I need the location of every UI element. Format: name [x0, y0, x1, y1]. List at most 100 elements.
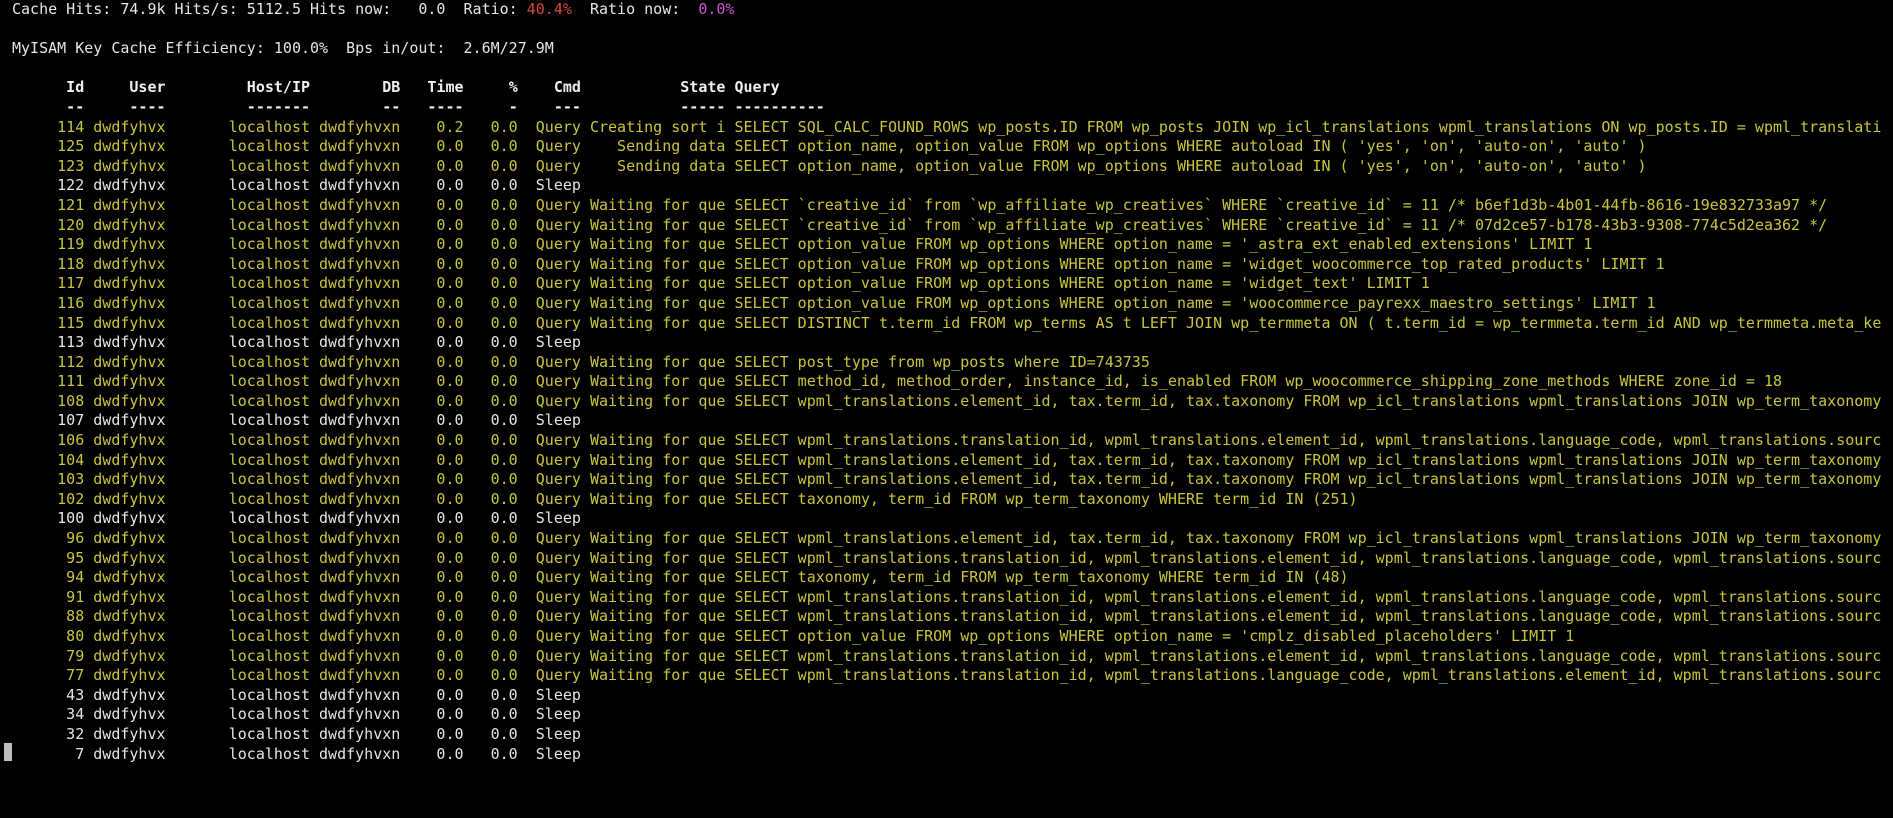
process-pct: 0.0 [490, 254, 518, 273]
process-state: Waiting for que [589, 470, 726, 489]
process-id: 91 [66, 587, 85, 606]
process-time: 0.0 [436, 568, 464, 587]
process-row: 120 dwdfyhvx localhost dwdfyhvxn 0.0 0.0 Query… [12, 216, 1893, 236]
process-host: localhost [228, 489, 311, 508]
process-row: 122 dwdfyhvx localhost dwdfyhvxn 0.0 0.0 Sleep [12, 176, 1893, 196]
process-query: SELECT SQL_CALC_FOUND_ROWS wp_posts.ID F… [734, 117, 1882, 136]
process-db: dwdfyhvxn [319, 117, 401, 136]
process-host: localhost [228, 333, 311, 352]
process-host: localhost [228, 274, 311, 293]
process-state: Waiting for que [589, 568, 726, 587]
process-time: 0.0 [436, 235, 464, 254]
process-time: 0.0 [436, 587, 464, 606]
process-db: dwdfyhvxn [319, 333, 401, 352]
process-cmd: Query [535, 470, 581, 489]
rule-pct: - [508, 97, 518, 116]
process-db: dwdfyhvxn [319, 489, 401, 508]
process-id: 103 [57, 470, 85, 489]
cache-stats-line: Cache Hits: 74.9k Hits/s: 5112.5 Hits no… [12, 0, 1893, 20]
process-id: 115 [57, 313, 85, 332]
process-row: 118 dwdfyhvx localhost dwdfyhvxn 0.0 0.0 Query… [12, 255, 1893, 275]
process-time: 0.0 [436, 313, 464, 332]
process-pct: 0.0 [490, 685, 518, 704]
process-time: 0.0 [436, 450, 464, 469]
ratio-label: Ratio: [463, 0, 518, 18]
process-list: 114 dwdfyhvx localhost dwdfyhvxn 0.2 0.0 Query… [12, 118, 1893, 765]
process-id: 96 [66, 529, 85, 548]
process-query: SELECT `creative_id` from `wp_affiliate_… [734, 215, 1828, 234]
process-state: Waiting for que [589, 607, 726, 626]
process-db: dwdfyhvxn [319, 431, 401, 450]
process-cmd: Query [535, 529, 581, 548]
process-id: 111 [57, 372, 85, 391]
process-query: SELECT method_id, method_order, instance… [734, 372, 1783, 391]
mytop-terminal: Cache Hits: 74.9k Hits/s: 5112.5 Hits no… [12, 0, 1893, 764]
process-host: localhost [228, 470, 311, 489]
rule-query: ---------- [734, 97, 825, 116]
process-user: dwdfyhvx [93, 548, 166, 567]
process-db: dwdfyhvxn [319, 215, 401, 234]
process-pct: 0.0 [490, 352, 518, 371]
process-host: localhost [228, 705, 311, 724]
process-db: dwdfyhvxn [319, 450, 401, 469]
column-headers: Id User Host/IP DB Time % Cmd State Quer… [12, 78, 1893, 98]
process-pct: 0.0 [490, 137, 518, 156]
process-pct: 0.0 [490, 450, 518, 469]
process-row: 96 dwdfyhvx localhost dwdfyhvxn 0.0 0.0 Query W… [12, 529, 1893, 549]
process-id: 77 [66, 666, 85, 685]
rule-user: ---- [129, 97, 166, 116]
process-query: SELECT option_value FROM wp_options WHER… [734, 627, 1575, 645]
myisam-value: 100.0% [273, 39, 329, 58]
process-host: localhost [228, 156, 311, 175]
process-time: 0.0 [436, 489, 464, 508]
process-pct: 0.0 [490, 646, 518, 665]
header-db: DB [382, 78, 401, 97]
process-row: 121 dwdfyhvx localhost dwdfyhvxn 0.0 0.0 Query… [12, 196, 1893, 216]
process-cmd: Query [535, 646, 581, 665]
process-time: 0.0 [436, 372, 464, 391]
process-time: 0.0 [436, 254, 464, 273]
process-user: dwdfyhvx [93, 646, 166, 665]
process-host: localhost [228, 254, 311, 273]
process-db: dwdfyhvxn [319, 666, 401, 685]
process-cmd: Query [535, 235, 581, 254]
process-time: 0.0 [436, 137, 464, 156]
process-user: dwdfyhvx [93, 744, 166, 763]
process-id: 79 [66, 646, 85, 665]
process-time: 0.0 [436, 705, 464, 724]
process-id: 112 [57, 352, 85, 371]
process-query: SELECT wpml_translations.element_id, tax… [734, 450, 1882, 469]
process-state: Waiting for que [589, 372, 726, 391]
process-id: 120 [57, 215, 85, 234]
rule-state: ----- [680, 97, 726, 116]
process-db: dwdfyhvxn [319, 744, 401, 763]
process-pct: 0.0 [490, 293, 518, 312]
process-id: 95 [66, 548, 85, 567]
process-id: 107 [57, 411, 85, 430]
process-user: dwdfyhvx [93, 568, 166, 587]
process-user: dwdfyhvx [93, 450, 166, 469]
process-time: 0.0 [436, 548, 464, 567]
process-user: dwdfyhvx [93, 176, 166, 195]
process-state: Waiting for que [589, 646, 726, 665]
process-pct: 0.0 [490, 627, 518, 645]
process-row: 114 dwdfyhvx localhost dwdfyhvxn 0.2 0.0 Query… [12, 118, 1893, 138]
process-db: dwdfyhvxn [319, 685, 401, 704]
process-query: SELECT option_name, option_value FROM wp… [734, 137, 1647, 156]
process-db: dwdfyhvxn [319, 235, 401, 254]
process-time: 0.0 [436, 529, 464, 548]
process-db: dwdfyhvxn [319, 705, 401, 724]
header-cmd: Cmd [553, 78, 581, 97]
process-db: dwdfyhvxn [319, 156, 401, 175]
process-pct: 0.0 [490, 156, 518, 175]
header-id: Id [66, 78, 85, 97]
process-db: dwdfyhvxn [319, 587, 401, 606]
process-state: Waiting for que [589, 529, 726, 548]
process-row: 112 dwdfyhvx localhost dwdfyhvxn 0.0 0.0 Query… [12, 353, 1893, 373]
hits-per-sec-value: 5112.5 [246, 0, 301, 18]
process-state: Waiting for que [589, 548, 726, 567]
process-host: localhost [228, 646, 311, 665]
process-cmd: Sleep [535, 685, 581, 704]
rule-host: ------- [246, 97, 311, 116]
process-row: 94 dwdfyhvx localhost dwdfyhvxn 0.0 0.0 Query W… [12, 568, 1893, 588]
